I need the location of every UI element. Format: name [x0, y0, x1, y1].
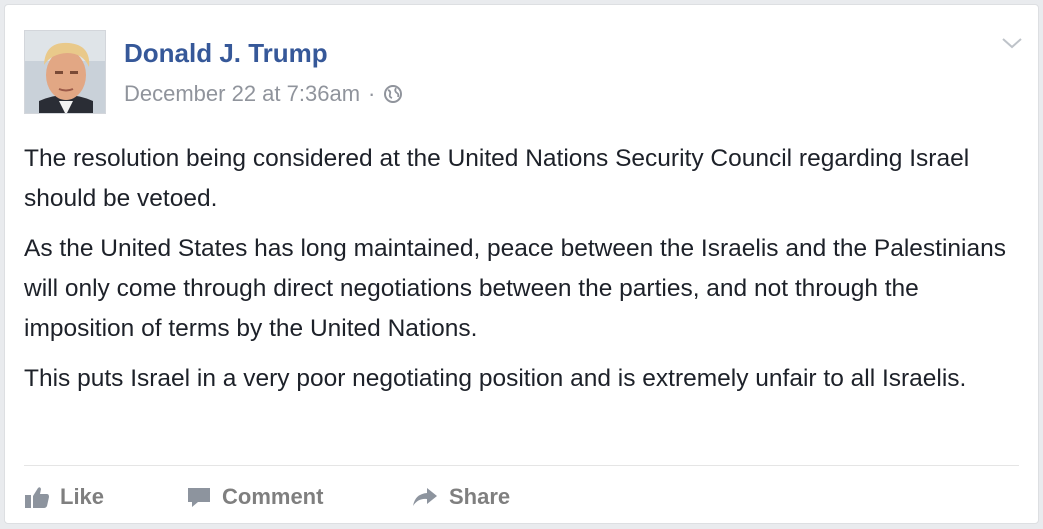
post-paragraph: The resolution being considered at the U… — [24, 145, 970, 212]
globe-icon[interactable] — [383, 84, 403, 104]
actions-divider — [24, 465, 1019, 466]
post-paragraph: This puts Israel in a very poor negotiat… — [24, 365, 967, 392]
author-name[interactable]: Donald J. Trump — [124, 38, 328, 69]
like-button[interactable]: Like — [24, 484, 186, 510]
avatar[interactable] — [24, 30, 106, 114]
post-paragraph: As the United States has long maintained… — [24, 235, 1006, 342]
post-body: The resolution being considered at the U… — [24, 139, 1014, 409]
comment-label: Comment — [222, 484, 324, 509]
comment-icon — [188, 488, 210, 507]
chevron-down-icon[interactable] — [1000, 35, 1024, 51]
post-meta: December 22 at 7:36am · — [124, 81, 403, 107]
share-button[interactable]: Share — [411, 484, 510, 510]
share-label: Share — [449, 484, 511, 509]
thumbs-up-icon — [25, 487, 49, 508]
share-arrow-icon — [413, 488, 437, 506]
meta-separator: · — [368, 81, 376, 106]
like-label: Like — [60, 484, 105, 509]
post-actions: Like Comment Share — [24, 477, 510, 517]
post-card: Donald J. Trump December 22 at 7:36am · … — [4, 4, 1039, 524]
post-header: Donald J. Trump December 22 at 7:36am · — [24, 30, 1014, 114]
post-timestamp[interactable]: December 22 at 7:36am — [124, 81, 360, 107]
comment-button[interactable]: Comment — [186, 484, 411, 510]
